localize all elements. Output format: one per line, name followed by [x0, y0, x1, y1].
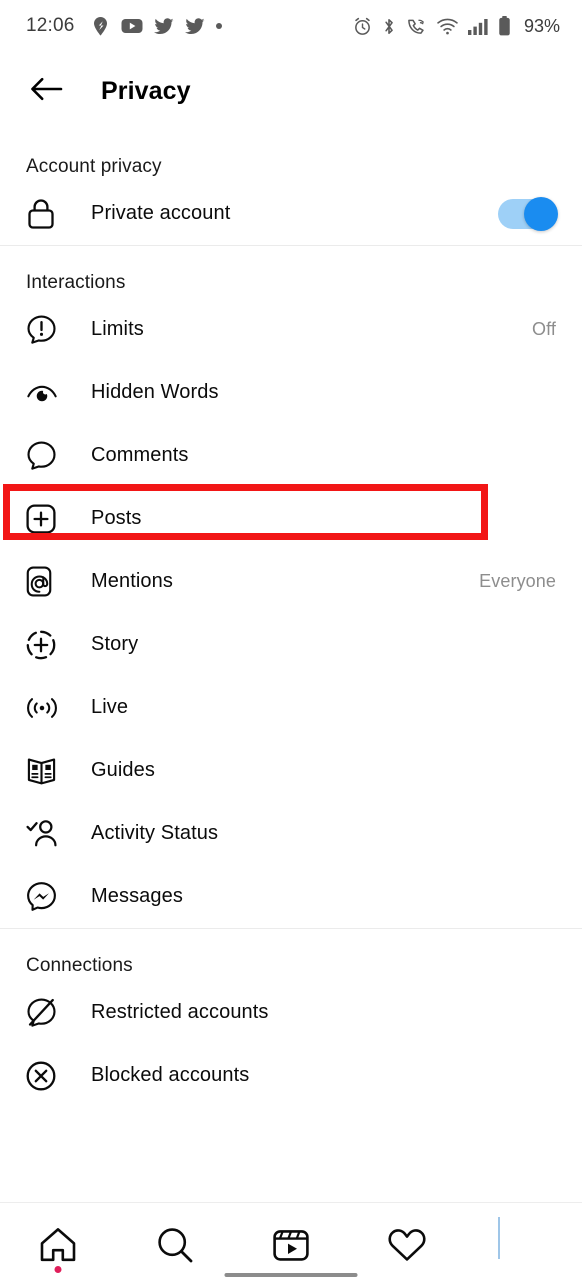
row-story[interactable]: Story [0, 613, 582, 676]
row-limits[interactable]: Limits Off [0, 298, 582, 361]
section-account-privacy: Account privacy Private account [0, 130, 582, 245]
row-label-comments: Comments [91, 444, 189, 466]
row-label-story: Story [91, 633, 139, 655]
section-title-account-privacy: Account privacy [26, 156, 162, 177]
nav-item-home[interactable] [0, 1203, 116, 1286]
home-badge-dot [54, 1266, 62, 1273]
row-label-live: Live [91, 696, 129, 718]
wifi-calling-icon [406, 17, 427, 36]
blocked-circle-x-icon [26, 1061, 62, 1091]
alarm-icon [353, 17, 372, 36]
bluetooth-icon [382, 17, 396, 36]
row-hidden-words[interactable]: Hidden Words [0, 361, 582, 424]
cellular-signal-icon [467, 18, 488, 35]
toggle-knob [524, 196, 558, 231]
nav-item-activity[interactable] [349, 1203, 465, 1286]
home-indicator [224, 1273, 358, 1277]
instagram-privacy-screen: 12:06 93% Privacy Account privacy Privat… [0, 0, 582, 1286]
wifi-icon [437, 18, 458, 35]
eye-hidden-icon [26, 380, 62, 406]
messenger-icon [26, 881, 62, 912]
section-title-connections: Connections [26, 955, 133, 976]
row-label-limits: Limits [91, 318, 144, 340]
private-account-toggle[interactable] [498, 196, 558, 231]
row-guides[interactable]: Guides [0, 739, 582, 802]
status-bar: 12:06 93% [0, 0, 582, 52]
nav-item-profile[interactable] [466, 1203, 582, 1286]
section-title-interactions: Interactions [26, 272, 126, 293]
row-value-mentions: Everyone [479, 571, 556, 591]
twitter-icon [184, 17, 205, 35]
battery-icon [498, 16, 511, 36]
row-comments[interactable]: Comments [0, 424, 582, 487]
youtube-icon [121, 18, 143, 34]
search-icon [156, 1226, 194, 1264]
twitter-icon [153, 17, 174, 35]
nav-item-search[interactable] [116, 1203, 232, 1286]
row-label-private-account: Private account [91, 202, 231, 224]
row-value-limits: Off [532, 319, 556, 339]
bottom-navigation-bar [0, 1202, 582, 1286]
row-label-posts: Posts [91, 507, 142, 529]
reels-icon [272, 1226, 310, 1264]
restricted-bubble-slash-icon [26, 997, 62, 1028]
heart-icon [387, 1227, 427, 1263]
settings-list: Account privacy Private account Interact… [0, 130, 582, 1202]
row-label-guides: Guides [91, 759, 155, 781]
at-mention-icon [26, 566, 62, 597]
profile-avatar-edge-artifact [498, 1217, 500, 1259]
home-icon [38, 1226, 78, 1264]
row-label-blocked-accounts: Blocked accounts [91, 1064, 250, 1086]
story-plus-circle-icon [26, 630, 62, 660]
back-button[interactable] [24, 69, 68, 113]
row-restricted-accounts[interactable]: Restricted accounts [0, 981, 582, 1044]
status-bar-system-icons: 93% [353, 16, 560, 37]
row-mentions[interactable]: Mentions Everyone [0, 550, 582, 613]
screenshot-watermark [568, 1261, 570, 1268]
row-label-restricted-accounts: Restricted accounts [91, 1001, 269, 1023]
row-live[interactable]: Live [0, 676, 582, 739]
arrow-left-icon [29, 76, 63, 107]
page-header: Privacy [0, 52, 582, 130]
row-messages[interactable]: Messages [0, 865, 582, 928]
section-interactions: Interactions Limits Off Hidden Words Com… [0, 246, 582, 928]
row-label-messages: Messages [91, 885, 183, 907]
section-connections: Connections Restricted accounts Blocked … [0, 929, 582, 1107]
row-blocked-accounts[interactable]: Blocked accounts [0, 1044, 582, 1107]
row-activity-status[interactable]: Activity Status [0, 802, 582, 865]
guides-book-icon [26, 757, 62, 785]
page-title: Privacy [101, 76, 191, 105]
posts-plus-square-icon [26, 503, 62, 534]
lock-icon [26, 198, 62, 230]
limits-bubble-exclamation-icon [26, 314, 62, 345]
comment-bubble-icon [26, 440, 62, 471]
status-bar-notification-icons [91, 16, 222, 37]
row-label-mentions: Mentions [91, 570, 173, 592]
row-label-hidden-words: Hidden Words [91, 381, 219, 403]
status-bar-time: 12:06 [26, 15, 75, 36]
row-posts[interactable]: Posts [0, 487, 582, 550]
person-check-icon [26, 819, 62, 848]
row-label-activity-status: Activity Status [91, 822, 219, 844]
more-dot-icon [215, 23, 222, 29]
live-broadcast-icon [26, 695, 62, 721]
location-pin-icon [91, 16, 110, 37]
row-private-account[interactable]: Private account [0, 182, 582, 245]
battery-percent-label: 93% [523, 15, 560, 36]
